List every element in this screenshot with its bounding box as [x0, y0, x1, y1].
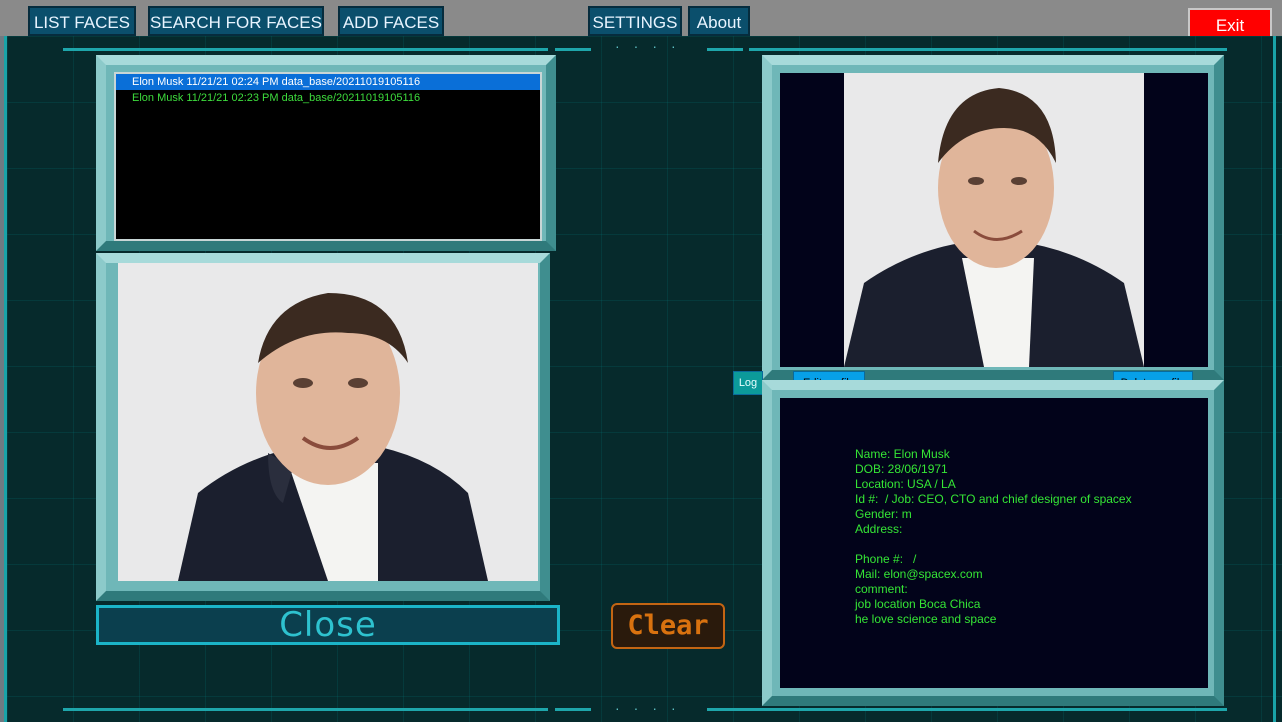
profile-location: Location: USA / LA [855, 477, 956, 491]
profile-dob: DOB: 28/06/1971 [855, 462, 948, 476]
right-border [1273, 36, 1276, 722]
profile-phone: Phone #: / [855, 552, 917, 566]
search-face-photo [118, 263, 538, 581]
divider-line [63, 708, 548, 711]
profile-face-photo [844, 73, 1144, 367]
results-list[interactable]: Elon Musk 11/21/21 02:24 PM data_base/20… [114, 72, 542, 241]
clear-button[interactable]: Clear [611, 603, 725, 649]
result-item[interactable]: Elon Musk 11/21/21 02:24 PM data_base/20… [116, 74, 540, 90]
divider-dots: ···· [615, 700, 690, 716]
menu-bar: LIST FACES SEARCH FOR FACES ADD FACES SE… [0, 0, 1282, 38]
settings-button[interactable]: SETTINGS [588, 6, 682, 36]
profile-comment-label: comment: [855, 582, 908, 596]
list-faces-button[interactable]: LIST FACES [28, 6, 136, 36]
profile-mail: Mail: elon@spacex.com [855, 567, 983, 581]
divider-line [555, 708, 591, 711]
profile-comment-line: job location Boca Chica [855, 597, 981, 611]
log-button[interactable]: Log [733, 371, 763, 395]
divider-line [749, 48, 1227, 51]
search-for-faces-button[interactable]: SEARCH FOR FACES [148, 6, 324, 36]
about-button[interactable]: About [688, 6, 750, 36]
divider-dots: ···· [615, 38, 690, 54]
profile-comment-line: he love science and space [855, 612, 997, 626]
result-item[interactable]: Elon Musk 11/21/21 02:23 PM data_base/20… [116, 90, 540, 106]
profile-blank-line [855, 537, 1132, 552]
divider-line [707, 48, 743, 51]
profile-gender: Gender: m [855, 507, 912, 521]
profile-info-panel: Name: Elon Musk DOB: 28/06/1971 Location… [780, 398, 1208, 688]
close-button[interactable]: Close [96, 605, 560, 645]
profile-address: Address: [855, 522, 903, 536]
divider-line [63, 48, 548, 51]
profile-id-job: Id #: / Job: CEO, CTO and chief designer… [855, 492, 1132, 506]
exit-button[interactable]: Exit [1188, 8, 1272, 38]
divider-line [707, 708, 1227, 711]
add-faces-button[interactable]: ADD FACES [338, 6, 444, 36]
divider-line [555, 48, 591, 51]
profile-name: Name: Elon Musk [855, 447, 950, 461]
portrait-image [844, 73, 1144, 367]
profile-info-text: Name: Elon Musk DOB: 28/06/1971 Location… [855, 447, 1132, 627]
portrait-image [118, 263, 538, 581]
